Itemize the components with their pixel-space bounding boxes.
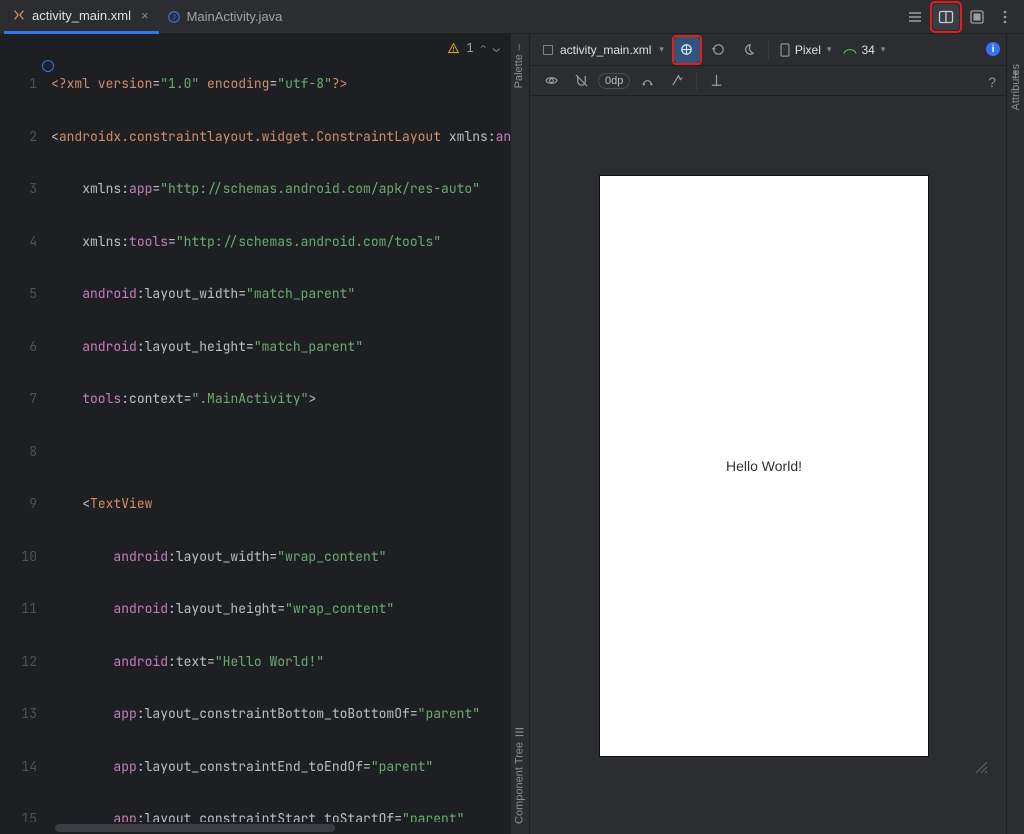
info-badge-icon[interactable]: i xyxy=(986,42,1000,56)
design-surface-highlight xyxy=(672,35,702,65)
horizontal-scrollbar[interactable] xyxy=(0,822,510,834)
split-view-button[interactable] xyxy=(933,4,959,30)
warning-count: 1 xyxy=(466,40,473,58)
line-gutter: 1 2 3 4 5 6 7 8 9 10 11 12 13 14 15 16 1… xyxy=(0,34,45,822)
clear-constraints-button[interactable] xyxy=(634,68,660,94)
default-margin[interactable]: 0dp xyxy=(598,73,630,89)
chevron-down-icon: ▾ xyxy=(881,44,886,55)
tab-label: MainActivity.java xyxy=(187,9,283,24)
warning-icon xyxy=(447,42,460,55)
night-mode-button[interactable] xyxy=(736,37,762,63)
tab-mainactivity[interactable]: J MainActivity.java xyxy=(159,0,293,34)
chevron-down-icon: ▾ xyxy=(827,44,832,55)
orientation-button[interactable] xyxy=(706,37,732,63)
attributes-rail: ⇥ Attributes xyxy=(1006,34,1024,834)
attributes-tab[interactable]: Attributes xyxy=(1010,64,1022,110)
resize-grip-icon[interactable] xyxy=(972,758,988,774)
svg-text:J: J xyxy=(172,14,176,21)
api-selector[interactable]: 34 ▾ xyxy=(839,41,889,59)
textview-hello[interactable]: Hello World! xyxy=(726,458,802,474)
layout-file-icon xyxy=(542,44,554,56)
preview-second-toolbar: 0dp xyxy=(530,66,1024,96)
preview-file-selector[interactable]: activity_main.xml ▾ xyxy=(538,41,668,59)
code-view-button[interactable] xyxy=(902,4,928,30)
gutter-marker-icon[interactable] xyxy=(42,60,54,72)
chevron-down-icon[interactable]: ⌄ xyxy=(493,40,500,58)
guidelines-button[interactable] xyxy=(703,68,729,94)
xml-file-icon xyxy=(12,8,26,22)
design-view-button[interactable] xyxy=(964,4,990,30)
main-split: 1 ⌃ ⌄ 1 2 3 4 5 6 7 8 9 10 11 12 13 14 1… xyxy=(0,34,1024,834)
tab-label: activity_main.xml xyxy=(32,8,131,23)
layout-preview-pane: activity_main.xml ▾ Pixel ▾ xyxy=(530,34,1024,834)
chevron-down-icon: ▾ xyxy=(659,44,664,55)
close-icon[interactable]: × xyxy=(141,8,149,23)
infer-constraints-button[interactable] xyxy=(664,68,690,94)
device-frame[interactable]: Hello World! xyxy=(600,176,928,756)
code-editor-pane: 1 ⌃ ⌄ 1 2 3 4 5 6 7 8 9 10 11 12 13 14 1… xyxy=(0,34,510,834)
view-options-button[interactable] xyxy=(538,68,564,94)
tree-icon: ☰ xyxy=(513,725,526,738)
tab-activity-main[interactable]: activity_main.xml × xyxy=(4,0,159,34)
component-tree-tab[interactable]: Component Tree ☰ xyxy=(513,725,526,824)
chevron-up-icon[interactable]: ⌃ xyxy=(480,40,487,58)
device-selector[interactable]: Pixel ▾ xyxy=(775,41,836,59)
view-mode-switcher xyxy=(902,1,1024,33)
java-file-icon: J xyxy=(167,10,181,24)
api-icon xyxy=(843,44,857,56)
help-icon[interactable]: ? xyxy=(988,74,996,90)
more-options-button[interactable] xyxy=(992,4,1018,30)
inspection-summary[interactable]: 1 ⌃ ⌄ xyxy=(447,40,500,58)
editor-tabs: activity_main.xml × J MainActivity.java xyxy=(0,0,1024,34)
code-content[interactable]: <?xml version="1.0" encoding="utf-8"?> <… xyxy=(45,34,510,822)
preview-top-toolbar: activity_main.xml ▾ Pixel ▾ xyxy=(530,34,1024,66)
magnet-button[interactable] xyxy=(568,68,594,94)
minimize-icon: – xyxy=(513,44,525,50)
split-view-highlight xyxy=(930,1,962,33)
design-surface-button[interactable] xyxy=(674,37,700,63)
code-editor[interactable]: 1 ⌃ ⌄ 1 2 3 4 5 6 7 8 9 10 11 12 13 14 1… xyxy=(0,34,510,822)
phone-icon xyxy=(779,43,791,57)
palette-tab[interactable]: Palette – xyxy=(513,44,525,88)
design-canvas[interactable]: Hello World! xyxy=(530,96,1024,834)
side-rail: Palette – Component Tree ☰ xyxy=(510,34,530,834)
